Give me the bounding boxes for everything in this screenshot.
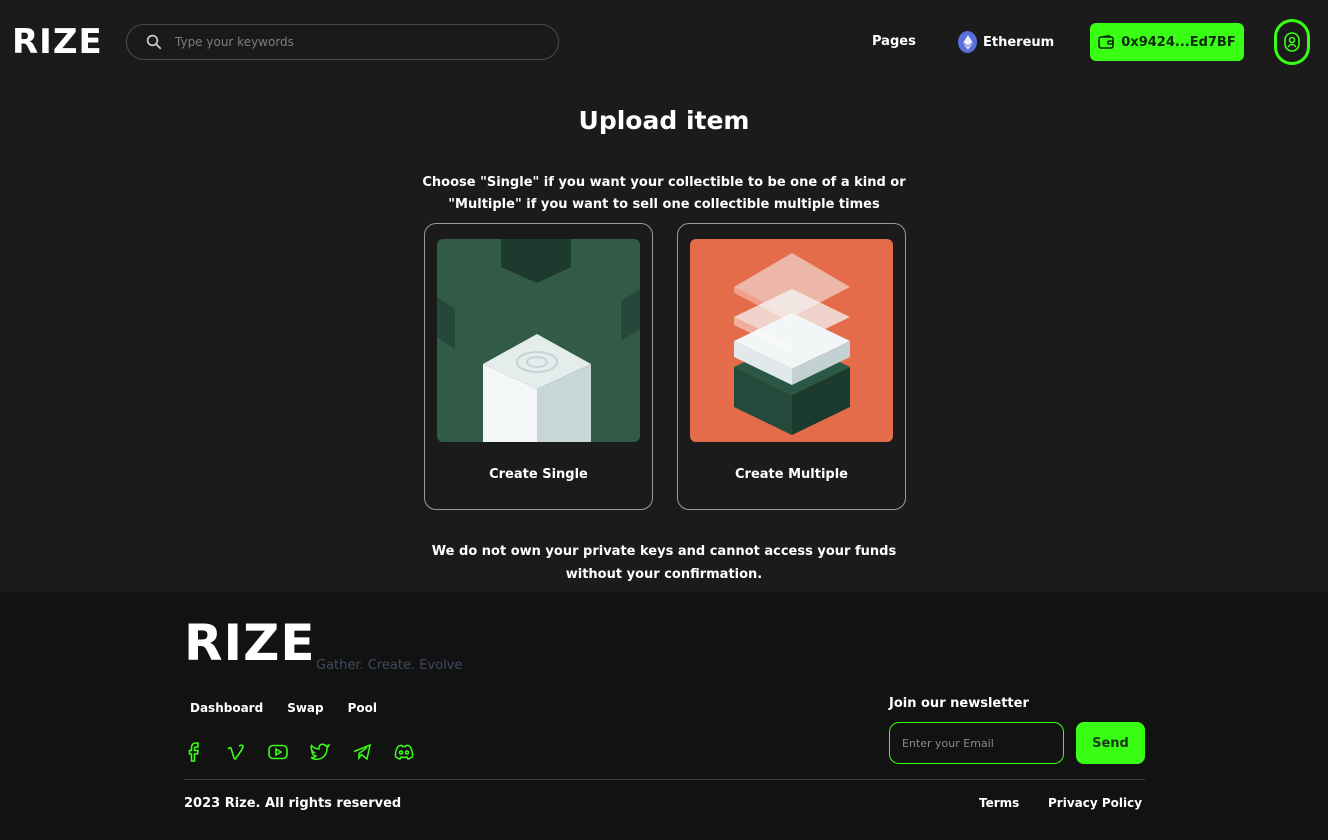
youtube-icon[interactable] (268, 741, 288, 763)
telegram-icon[interactable] (352, 741, 372, 763)
nav-pages[interactable]: Pages (872, 34, 916, 49)
single-collectible-image (437, 239, 640, 442)
network-label: Ethereum (983, 34, 1055, 50)
create-multiple-label: Create Multiple (735, 467, 848, 482)
disclaimer-line-2: without your confirmation. (565, 567, 763, 582)
footer-link-pool[interactable]: Pool (348, 701, 377, 715)
footer-logo[interactable]: RIZE (184, 614, 316, 672)
social-links (184, 741, 414, 763)
footer-link-swap[interactable]: Swap (287, 701, 323, 715)
search-input[interactable] (175, 35, 535, 49)
create-multiple-card[interactable]: Create Multiple (677, 223, 906, 510)
wallet-icon (1098, 35, 1115, 49)
profile-avatar-button[interactable] (1274, 19, 1310, 65)
footer-logo-text: RIZE (184, 614, 316, 672)
facebook-icon[interactable] (184, 741, 204, 763)
search-bar[interactable] (126, 24, 559, 60)
security-disclaimer: We do not own your private keys and cann… (414, 540, 914, 586)
footer: RIZE Gather. Create. Evolve Dashboard Sw… (0, 592, 1328, 840)
newsletter-send-button[interactable]: Send (1076, 722, 1145, 764)
twitter-icon[interactable] (310, 741, 330, 763)
discord-icon[interactable] (394, 741, 414, 763)
newsletter-email-input[interactable] (889, 722, 1064, 764)
create-single-label: Create Single (489, 467, 588, 482)
privacy-policy-link[interactable]: Privacy Policy (1048, 796, 1142, 810)
wallet-button[interactable]: 0x9424...Ed7BF (1090, 23, 1244, 61)
vimeo-icon[interactable] (226, 741, 246, 763)
page-title: Upload item (578, 106, 750, 135)
intro-line-1: Choose "Single" if you want your collect… (422, 175, 906, 190)
footer-divider (184, 779, 1145, 780)
logo[interactable]: RIZE (12, 22, 103, 62)
copyright: 2023 Rize. All rights reserved (184, 796, 402, 811)
logo-text: RIZE (12, 22, 103, 62)
multiple-collectible-image (690, 239, 893, 442)
ethereum-icon (958, 31, 977, 53)
upload-instructions: Choose "Single" if you want your collect… (414, 172, 914, 216)
tagline: Gather. Create. Evolve (316, 658, 463, 673)
wallet-address: 0x9424...Ed7BF (1121, 34, 1236, 50)
disclaimer-line-1: We do not own your private keys and cann… (431, 544, 897, 559)
footer-nav: Dashboard Swap Pool (190, 701, 377, 715)
terms-link[interactable]: Terms (979, 796, 1019, 810)
footer-link-dashboard[interactable]: Dashboard (190, 701, 263, 715)
create-single-card[interactable]: Create Single (424, 223, 653, 510)
newsletter-title: Join our newsletter (889, 696, 1029, 711)
header: RIZE Pages Ethereum 0x9424...Ed7BF (0, 0, 1328, 84)
intro-line-2: "Multiple" if you want to sell one colle… (448, 197, 880, 212)
network-selector[interactable]: Ethereum (958, 31, 1054, 53)
user-icon (1284, 32, 1300, 52)
search-icon (146, 34, 162, 50)
